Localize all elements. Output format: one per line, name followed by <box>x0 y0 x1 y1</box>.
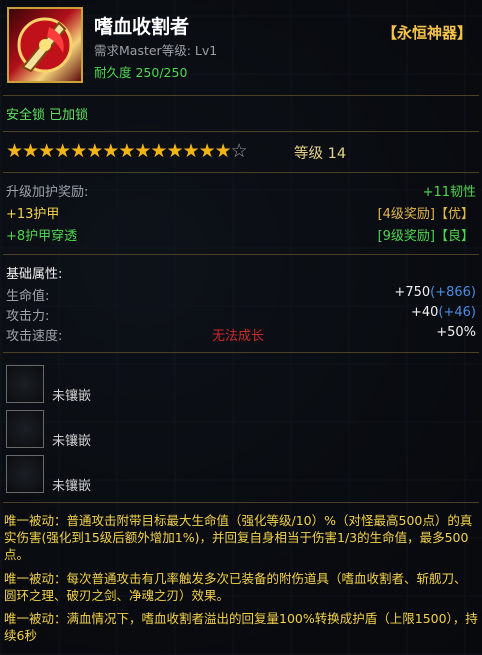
star-icon: ★ <box>198 140 216 162</box>
star-empty-icon: ☆ <box>230 140 248 162</box>
star-icon: ★ <box>70 140 87 162</box>
item-tier: 【永恒神器】 <box>381 24 472 42</box>
star-icon: ★ <box>102 140 119 162</box>
divider <box>3 95 479 96</box>
stat-aspd-value: +50% <box>436 325 476 340</box>
upgrade-bonus-header: 升级加护奖励: <box>6 181 482 200</box>
star-icon: ★ <box>214 140 232 162</box>
star-icon: ★ <box>182 140 200 162</box>
star-icon: ★ <box>54 140 71 162</box>
star-icon: ★ <box>6 140 23 162</box>
star-icon: ★ <box>118 140 135 162</box>
requirement-text: 需求Master等级: Lv1 <box>94 43 218 58</box>
upgrade-row-armor-tier: [4级奖励]【优】 <box>377 207 474 222</box>
gem-socket[interactable] <box>6 455 44 493</box>
gem-socket[interactable] <box>6 410 44 448</box>
item-icon <box>7 7 83 83</box>
upgrade-bonus-value: +11韧性 <box>422 185 476 200</box>
divider <box>3 254 479 255</box>
star-icon: ★ <box>22 140 39 162</box>
divider <box>3 131 479 132</box>
safety-lock-status: 安全锁 已加锁 <box>6 108 89 123</box>
enhance-level: 等级 14 <box>294 146 347 162</box>
gem-socket[interactable] <box>6 365 44 403</box>
durability-text: 耐久度 250/250 <box>94 65 188 80</box>
base-stats-header: 基础属性: <box>6 267 63 282</box>
socket-label: 未镶嵌 <box>52 389 92 404</box>
divider <box>3 502 479 503</box>
divider <box>3 352 479 353</box>
passive-description: 唯一被动：每次普通攻击有几率触发多次已装备的附伤道具（嗜血收割者、斩舰刀、圆环之… <box>4 571 467 603</box>
upgrade-row-armor-pen-tier: [9级奖励]【良】 <box>377 229 474 244</box>
item-name: 嗜血收割者 <box>94 16 190 38</box>
star-icon: ★ <box>166 140 183 162</box>
passive-description: 唯一被动：普通攻击附带目标最大生命值（强化等级/10）%（对怪最高500点）的真… <box>4 513 473 562</box>
divider <box>3 172 479 173</box>
star-icon: ★ <box>150 140 167 162</box>
star-icon: ★ <box>38 140 55 162</box>
socket-label: 未镶嵌 <box>52 479 92 494</box>
upgrade-bonus-label: 升级加护奖励: <box>6 185 89 200</box>
item-tooltip-panel: 嗜血收割者 需求Master等级: Lv1 耐久度 250/250 【永恒神器】… <box>0 0 482 655</box>
socket-label: 未镶嵌 <box>52 434 92 449</box>
passive-description: 唯一被动：满血情况下，嗜血收割者溢出的回复量100%转换成护盾（上限1500），… <box>4 611 478 643</box>
star-icon: ★ <box>134 140 151 162</box>
star-icon: ★ <box>86 140 103 162</box>
stat-atk-value: +40(+46) <box>410 305 476 320</box>
stat-hp-value: +750(+866) <box>394 285 476 300</box>
enhance-stars: ★★★★★★★★★★★★★★☆ <box>6 140 248 162</box>
